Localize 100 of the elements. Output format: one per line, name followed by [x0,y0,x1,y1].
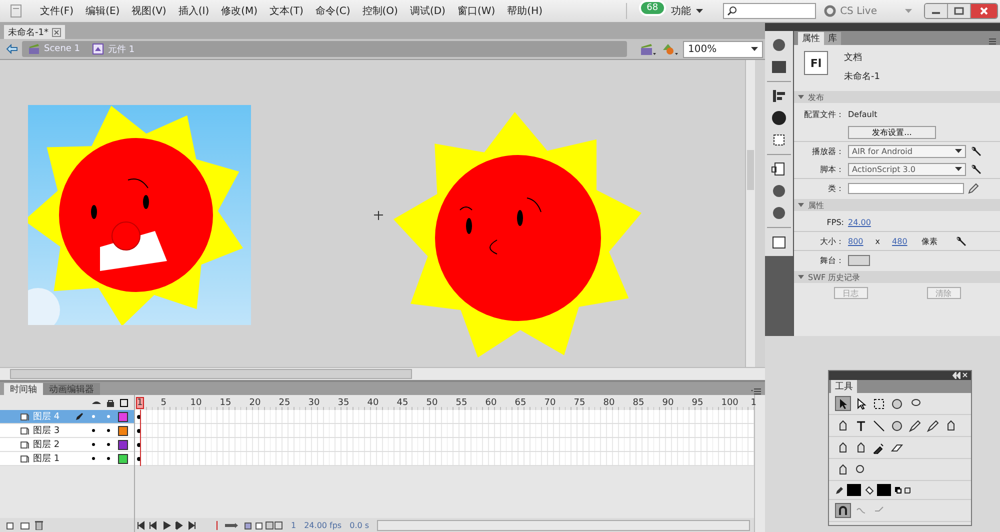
menu-item[interactable]: 调试(D) [404,4,452,18]
section-header[interactable]: SWF 历史记录 [794,271,1000,283]
menu-item[interactable]: 窗口(W) [451,4,502,18]
width-value[interactable]: 800 [848,236,864,246]
new-layer-icon[interactable] [6,520,15,530]
wrench-icon[interactable] [970,146,981,156]
playhead[interactable]: 1 [136,396,144,408]
horizontal-scrollbar[interactable] [0,367,765,380]
menu-item[interactable]: 修改(M) [215,4,264,18]
pencil-icon [835,486,844,494]
frame-ruler[interactable]: 1 5 10 15 20 25 30 35 40 45 50 55 60 65 70 75 80 85 90 95 100 1 [135,395,754,410]
panel-tab[interactable]: 工具 [831,380,857,393]
class-input-field[interactable] [848,182,964,194]
edit-scene-icon[interactable] [639,42,657,56]
frame-number: 10 [190,398,203,408]
wrench-icon[interactable] [955,236,966,246]
menu-item[interactable]: 帮助(H) [501,4,548,18]
search-field[interactable] [723,3,816,19]
maximize-button[interactable] [948,4,971,18]
document-tab[interactable]: 未命名-1* [4,25,66,39]
frame-number: 5 [160,398,168,408]
oval-tool-icon[interactable] [889,418,905,433]
panel-shortcut-icon[interactable] [771,132,787,148]
vertical-scrollbar[interactable] [745,60,755,367]
line-tool-icon[interactable] [871,418,887,433]
layer-outline-swatch[interactable] [118,440,128,450]
new-folder-icon[interactable] [20,520,30,530]
stage-color-swatch[interactable] [848,254,870,266]
menu-item[interactable]: 编辑(E) [80,4,126,18]
menu-item[interactable]: 插入(I) [172,4,216,18]
layer-row[interactable]: 图层 1 [0,452,134,466]
section-header[interactable]: 属性 [794,199,1000,211]
panel-shortcut-icon[interactable] [771,88,787,104]
current-frame-value[interactable]: 1 [291,520,296,530]
panel-tab[interactable]: 库 [824,32,841,45]
menu-item[interactable]: 命令(C) [309,4,356,18]
sphere-tool-icon[interactable] [889,396,905,411]
panel-shortcut-icon[interactable] [771,183,787,199]
frame-number: 55 [456,398,468,408]
field-label: FPS: [826,218,844,226]
panel-shortcut-icon[interactable] [771,37,787,53]
sun-drawing[interactable] [393,112,642,358]
swap-colors-icon[interactable] [894,486,912,494]
player-dropdown[interactable]: AIR for Android [848,144,966,158]
panel-menu-icon[interactable] [751,388,761,395]
menu-item[interactable]: 控制(O) [356,4,404,18]
layer-row[interactable]: 图层 3 [0,424,134,438]
workspace-switcher[interactable]: 功能 [671,4,692,18]
dropdown-caret-icon[interactable] [696,9,704,13]
layer-row[interactable]: 图层 2 [0,438,134,452]
transform-tool-icon[interactable] [871,396,887,411]
menu-item[interactable]: 文本(T) [264,4,310,18]
panel-tab[interactable]: 时间轴 [4,383,43,395]
lock-icon[interactable] [107,398,114,406]
close-icon[interactable] [52,28,62,36]
sun-picture-drawing[interactable] [28,105,251,325]
frame-rate-value[interactable]: 24.00 fps [304,520,342,530]
stroke-color-swatch[interactable] [847,484,861,496]
magnet-option-icon[interactable] [835,503,851,518]
frame-number: 80 [603,398,616,408]
brush-tool-icon[interactable] [925,418,941,433]
field-label: 类： [827,182,844,194]
panel-shortcut-icon[interactable] [771,205,787,221]
pasteboard[interactable] [0,60,765,367]
layer-outline-swatch[interactable] [118,412,128,422]
frame-number: 35 [338,398,350,408]
panel-menu-icon[interactable] [986,38,996,45]
fps-value[interactable]: 24.00 [848,218,871,226]
eye-icon[interactable] [92,400,101,406]
panel-tab[interactable]: 属性 [798,32,824,45]
panel-shortcut-icon[interactable] [771,161,787,177]
collapse-icon[interactable] [952,372,968,379]
height-value[interactable]: 480 [892,236,908,246]
layer-outline-swatch[interactable] [118,454,128,464]
outline-icon[interactable] [120,398,128,406]
cs-live-link[interactable]: CS Live [840,6,877,16]
elapsed-time-value[interactable]: 0.0 s [350,520,370,530]
minimize-button[interactable] [925,4,948,18]
menu-item[interactable]: 文件(F) [34,4,80,18]
wrench-icon[interactable] [970,164,981,174]
frame-number: 15 [220,398,232,408]
zoom-dropdown[interactable]: 100% [683,40,763,58]
panel-tab[interactable]: 动画编辑器 [43,383,100,395]
pencil-icon[interactable] [968,182,979,194]
panel-shortcut-icon[interactable] [771,234,787,250]
publish-settings-button[interactable]: 发布设置... [848,126,936,138]
trash-icon[interactable] [35,520,43,530]
close-button[interactable] [971,4,997,18]
menu-item[interactable]: 视图(V) [126,4,172,18]
timeline-scrollbar[interactable] [377,520,750,530]
fill-color-swatch[interactable] [877,484,891,496]
panel-shortcut-icon[interactable] [771,59,787,75]
layer-outline-swatch[interactable] [118,426,128,436]
back-arrow-icon[interactable] [6,44,18,54]
section-header[interactable]: 发布 [794,91,1000,103]
pencil-tool-icon[interactable] [907,418,923,433]
panel-shortcut-icon[interactable] [771,110,787,126]
ring-icon [824,5,836,17]
script-dropdown[interactable]: ActionScript 3.0 [848,162,966,176]
arrow-tool-icon[interactable] [835,396,851,411]
